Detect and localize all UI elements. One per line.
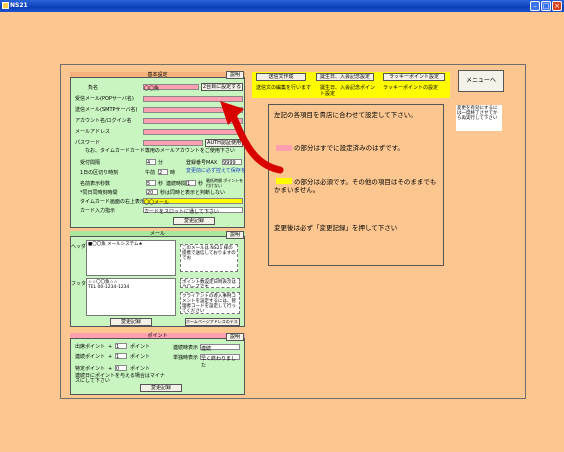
name-seconds-label: 名前表示秒数: [80, 181, 111, 187]
footer-note1: ポイント数設定日時表示はクローズです: [180, 278, 240, 288]
arrival-point-unit: ポイント: [130, 344, 151, 350]
app-icon: [2, 2, 9, 9]
mail-panel-title: メール: [70, 231, 245, 237]
header-note: このメールは NS21 様の提携で送信しておりますのでお: [180, 244, 238, 272]
footer-note2: クライアントの導入事例コメントを設定するには、管理者コードを設定して行ってくださ…: [180, 292, 240, 314]
same-time-label: *同日同時刻時間: [80, 190, 118, 196]
footer-label: フッタ: [71, 281, 87, 287]
recv-mail-label: 受信メール(POPサーバ名): [75, 96, 134, 102]
birthday-info: 誕生日、入会記念ポイント設定: [320, 85, 376, 97]
same-time-field[interactable]: 20: [146, 189, 158, 196]
arrival-point-label: 出席ポイント: [75, 344, 106, 350]
header-label: ヘッダ: [71, 244, 87, 250]
footer-text-line2: TEL 00-1234-1234: [88, 285, 130, 290]
mail-help-button[interactable]: 説明: [226, 231, 244, 239]
compose-button[interactable]: 送信文作成: [256, 73, 306, 81]
compose-info: 送信文の編集を行います: [256, 85, 312, 91]
point-save-button[interactable]: 変更記録: [140, 384, 182, 392]
day-break-label: 1日の区切り時刻: [80, 170, 119, 176]
arrival-point-field[interactable]: 1: [115, 343, 127, 350]
ampm-label: 午前: [145, 170, 156, 176]
lowest-note: 最低時間 ポイントを付けない: [206, 178, 244, 188]
window-title: NS21: [10, 2, 28, 9]
maximize-icon[interactable]: □: [541, 1, 551, 11]
basic-settings-title: 基本設定: [70, 72, 245, 78]
card-instruction-field[interactable]: カードをスロットに通して下さい: [143, 207, 243, 215]
birthday-settings-button[interactable]: 誕生日、入会記念設定: [316, 73, 374, 81]
interval-label: 連続時間: [166, 181, 187, 187]
second-unit-button[interactable]: 2台目に設定する: [201, 83, 243, 91]
point-note: 連続日にポイントを与える場合はマイナスにして下さい: [75, 373, 165, 384]
lucky-info: ラッキーポイントの設定: [383, 85, 439, 91]
close-icon[interactable]: ×: [552, 1, 562, 11]
message-line3: の部分は必須です。その他の項目はそのままでもかまいません。: [274, 178, 437, 194]
homepage-test-button[interactable]: ホームページアドレスのテスト: [185, 318, 240, 326]
title-bar: [0, 0, 564, 12]
same-time-note: 秒は同時と表示と判断しない: [160, 190, 226, 196]
interval-field[interactable]: 1: [186, 180, 196, 187]
special-point-label: 特定ポイント: [75, 366, 106, 372]
name-seconds-field[interactable]: 5: [146, 180, 156, 187]
send-mail-label: 送信メール(SMTPサーバ名): [75, 107, 138, 113]
timecard-field[interactable]: 〇〇メール: [143, 198, 243, 206]
single-display-field[interactable]: 早く終わりました: [200, 354, 240, 369]
day-break-unit: 時: [170, 170, 176, 176]
name-seconds-unit: 秒: [158, 181, 164, 187]
hours-field[interactable]: 4: [146, 159, 156, 166]
point-help-button[interactable]: 説明: [226, 333, 244, 341]
consecutive-point-unit: ポイント: [130, 354, 151, 360]
single-display-label: 単独時表示: [173, 355, 199, 361]
consecutive-display-field[interactable]: 連続: [200, 344, 240, 352]
consecutive-plus: +: [108, 354, 113, 360]
password-field[interactable]: [143, 140, 203, 146]
arrival-plus: +: [108, 344, 113, 350]
consecutive-point-label: 連続ポイント: [75, 354, 106, 360]
basic-help-button[interactable]: 説明: [226, 71, 244, 79]
special-point-unit: ポイント: [130, 366, 151, 372]
day-break-field[interactable]: 2: [158, 169, 168, 176]
consecutive-point-field[interactable]: 1: [115, 353, 127, 360]
mail-address-label: メールアドレス: [75, 129, 111, 135]
shop-name-label: 負名: [88, 85, 99, 91]
special-plus: +: [108, 366, 113, 372]
account-label: アカウント名/ログイン名: [75, 118, 132, 124]
lucky-point-button[interactable]: ラッキーポイント設定: [383, 73, 445, 81]
hours-label: 受付間隔: [80, 160, 101, 166]
message-line4: 変更後は必ず「変更記録」を押して下さい: [274, 224, 398, 232]
header-textarea[interactable]: ■〇〇魚 メールシステム★: [86, 240, 176, 276]
consecutive-display-label: 連続時表示: [173, 345, 199, 351]
point-panel-title: ポイント: [70, 333, 245, 339]
mail-save-button[interactable]: 変更記録: [110, 318, 152, 326]
shop-name-field[interactable]: 〇〇魚: [143, 84, 199, 92]
minimize-icon[interactable]: –: [530, 1, 540, 11]
basic-save-button[interactable]: 変更記録: [173, 217, 215, 225]
message-line1: 左記の各項目を貴店に合わせて設定して下さい。: [274, 111, 417, 119]
timecard-label: タイムカード画面の右上表示: [80, 199, 145, 205]
side-note: 変更を有効にするには一度終了させてから再実行して下さい: [456, 105, 502, 131]
special-point-field[interactable]: 0: [115, 365, 127, 372]
menu-button[interactable]: メニューへ: [458, 70, 504, 92]
hours-unit: 分: [158, 160, 164, 166]
message-line2: の部分はすでに設定済みのはずです。: [294, 144, 404, 152]
footer-textarea[interactable]: ☆☆〇〇魚☆☆ TEL 00-1234-1234: [86, 278, 176, 316]
interval-unit: 秒: [198, 181, 204, 187]
red-arrow-icon: [220, 101, 284, 174]
password-label: パスワード: [75, 140, 101, 146]
card-instruction-label: カード入力指示: [80, 208, 116, 214]
